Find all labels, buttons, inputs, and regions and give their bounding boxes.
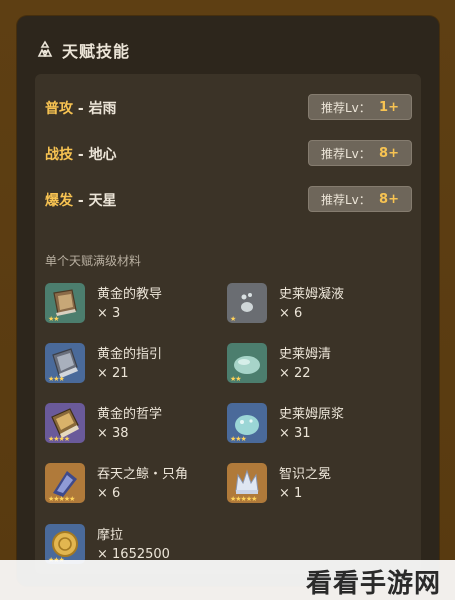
material-name: 史莱姆凝液 [279, 287, 345, 302]
material-thumb: ★★ [45, 283, 85, 323]
material-quantity: × 6 [97, 486, 121, 501]
recommended-level-badge: 推荐Lv： 1+ [308, 94, 412, 120]
watermark-banner: 看看手游网 [0, 560, 455, 600]
material-name: 摩拉 [97, 528, 124, 543]
material-item: ★ 史莱姆凝液 × 6 [227, 283, 407, 327]
material-name: 黄金的指引 [97, 347, 163, 362]
material-thumb: ★★★★★ [227, 463, 267, 503]
recommended-level-value: 8+ [379, 145, 399, 161]
material-item: ★★ 史莱姆清 × 22 [227, 343, 407, 387]
material-quantity: × 6 [279, 306, 303, 321]
recommended-level-label: 推荐Lv： [321, 192, 371, 207]
material-quantity: × 3 [97, 306, 121, 321]
talent-name: 爆发 - 天星 [45, 190, 117, 210]
watermark-text: 看看手游网 [305, 569, 441, 599]
rarity-stars: ★★ [230, 375, 242, 383]
card-header: 天赋技能 [35, 38, 130, 62]
material-item: ★★★★ 黄金的哲学 × 38 [45, 403, 225, 447]
recommended-level-badge: 推荐Lv： 8+ [308, 140, 412, 166]
rarity-stars: ★★ [48, 315, 60, 323]
material-thumb: ★★★★ [45, 403, 85, 443]
material-thumb: ★★★ [227, 403, 267, 443]
material-name: 史莱姆清 [279, 347, 332, 362]
talent-type: 普攻 [45, 101, 73, 117]
material-name: 黄金的哲学 [97, 407, 163, 422]
material-quantity: × 21 [97, 366, 129, 381]
recommended-level-value: 1+ [379, 99, 399, 115]
talent-icon [37, 40, 53, 57]
talent-name: 普攻 - 岩雨 [45, 98, 117, 118]
talent-type: 爆发 [45, 193, 73, 209]
talent-row-normal-attack: 普攻 - 岩雨 推荐Lv： 1+ [45, 94, 412, 122]
talent-skill-name: 地心 [88, 147, 117, 163]
material-quantity: × 38 [97, 426, 129, 441]
materials-section-label: 单个天赋满级材料 [45, 254, 142, 268]
rarity-stars: ★★★★★ [230, 495, 257, 503]
talent-separator: - [73, 101, 89, 117]
material-thumb: ★★★★★ [45, 463, 85, 503]
recommended-level-value: 8+ [379, 191, 399, 207]
material-item: ★★ 黄金的教导 × 3 [45, 283, 225, 327]
material-thumb: ★ [227, 283, 267, 323]
talent-separator: - [73, 147, 89, 163]
talent-row-skill: 战技 - 地心 推荐Lv： 8+ [45, 140, 412, 168]
rarity-stars: ★★★ [230, 435, 247, 443]
material-name: 黄金的教导 [97, 287, 163, 302]
material-quantity: × 1 [279, 486, 303, 501]
talent-type: 战技 [45, 147, 73, 163]
rarity-stars: ★ [230, 315, 236, 323]
talent-skill-name: 岩雨 [88, 101, 117, 117]
material-quantity: × 31 [279, 426, 311, 441]
material-item: ★★★★★ 吞天之鲸・只角 × 6 [45, 463, 225, 507]
material-item: ★★★ 史莱姆原浆 × 31 [227, 403, 407, 447]
talent-skill-name: 天星 [88, 193, 117, 209]
card-title: 天赋技能 [62, 42, 131, 61]
recommended-level-label: 推荐Lv： [321, 146, 371, 161]
material-thumb: ★★★ [45, 343, 85, 383]
material-thumb: ★★★ [45, 524, 85, 564]
rarity-stars: ★★★★★ [48, 495, 75, 503]
rarity-stars: ★★★ [48, 375, 65, 383]
material-name: 史莱姆原浆 [279, 407, 345, 422]
material-thumb: ★★ [227, 343, 267, 383]
material-name: 吞天之鲸・只角 [97, 467, 189, 482]
material-item: ★★★ 黄金的指引 × 21 [45, 343, 225, 387]
talent-panel: 普攻 - 岩雨 推荐Lv： 1+ 战技 - 地心 推荐Lv： 8+ 爆发 - 天… [35, 74, 421, 574]
talent-name: 战技 - 地心 [45, 144, 117, 164]
talent-separator: - [73, 193, 89, 209]
material-item: ★★★★★ 智识之冕 × 1 [227, 463, 407, 507]
recommended-level-label: 推荐Lv： [321, 100, 371, 115]
talent-row-burst: 爆发 - 天星 推荐Lv： 8+ [45, 186, 412, 214]
recommended-level-badge: 推荐Lv： 8+ [308, 186, 412, 212]
rarity-stars: ★★★★ [48, 435, 70, 443]
material-name: 智识之冕 [279, 467, 332, 482]
talent-card: 天赋技能 普攻 - 岩雨 推荐Lv： 1+ 战技 - 地心 推荐Lv： 8+ 爆… [17, 16, 439, 586]
material-quantity: × 22 [279, 366, 311, 381]
